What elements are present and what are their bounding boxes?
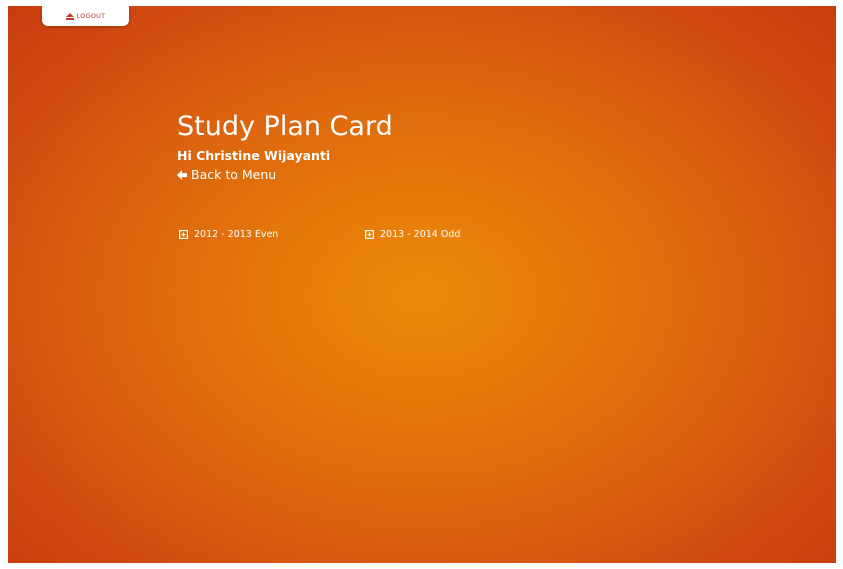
page-header: Study Plan Card Hi Christine Wijayanti B… (177, 110, 393, 183)
logout-label: LOGOUT (76, 12, 106, 20)
back-to-menu-label: Back to Menu (191, 167, 277, 182)
page-title: Study Plan Card (177, 111, 393, 142)
term-list: 2012 - 2013 Even 2013 - 2014 Odd (179, 229, 460, 240)
page-frame: LOGOUT Study Plan Card Hi Christine Wija… (0, 0, 843, 569)
plus-square-icon (365, 230, 374, 239)
main-panel: LOGOUT Study Plan Card Hi Christine Wija… (8, 6, 836, 563)
plus-square-icon (179, 230, 188, 239)
arrow-left-icon (177, 170, 187, 180)
term-label: 2013 - 2014 Odd (380, 229, 461, 240)
term-label: 2012 - 2013 Even (194, 229, 279, 240)
term-item-2012-2013-even[interactable]: 2012 - 2013 Even (179, 229, 365, 240)
back-to-menu-link[interactable]: Back to Menu (177, 167, 393, 183)
eject-icon (65, 12, 74, 20)
greeting-text: Hi Christine Wijayanti (177, 148, 331, 163)
term-item-2013-2014-odd[interactable]: 2013 - 2014 Odd (365, 229, 460, 240)
logout-button[interactable]: LOGOUT (42, 6, 129, 26)
